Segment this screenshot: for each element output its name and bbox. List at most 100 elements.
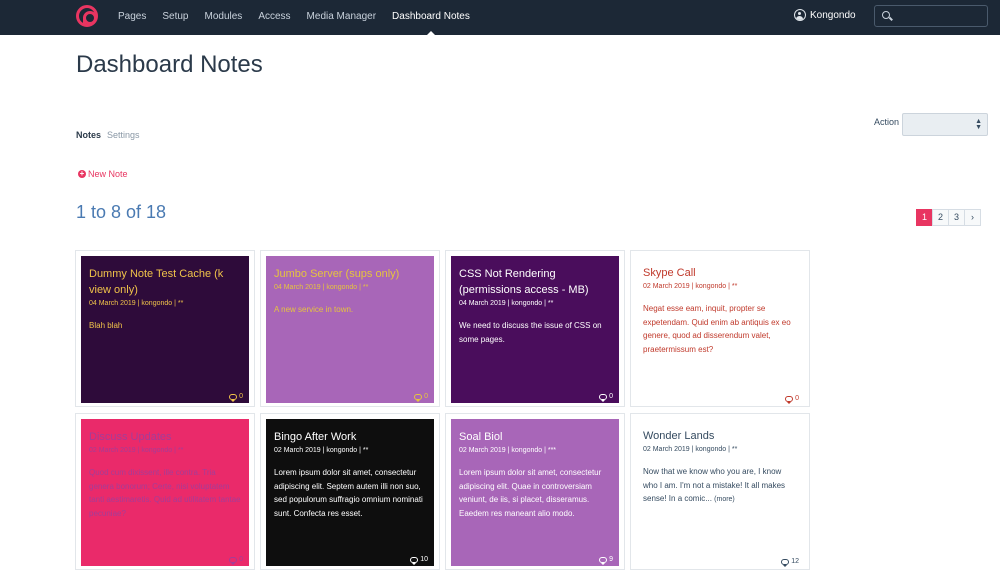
note-card: Soal Biol 02 March 2019 | kongondo | ***… [445, 413, 625, 570]
comments-icon [781, 558, 790, 567]
note-text: Lorem ipsum dolor sit amet, consectetur … [459, 466, 611, 521]
comments-number: 0 [239, 393, 243, 400]
comments-count[interactable]: 12 [781, 558, 799, 567]
comments-count[interactable]: 0 [229, 556, 243, 565]
notes-grid: Dummy Note Test Cache (k view only) 04 M… [75, 250, 811, 570]
note-meta: 04 March 2019 | kongondo | ** [89, 300, 184, 307]
note-card-body: Bingo After Work 02 March 2019 | kongond… [266, 419, 434, 566]
page-button-2[interactable]: 2 [932, 209, 949, 226]
comments-icon [410, 556, 419, 565]
action-label: Action [874, 117, 900, 127]
note-card-body: Soal Biol 02 March 2019 | kongondo | ***… [451, 419, 619, 566]
comments-icon [599, 556, 608, 565]
tab-settings[interactable]: Settings [107, 130, 140, 140]
comments-number: 9 [609, 556, 613, 563]
next-page-button[interactable]: › [964, 209, 981, 226]
note-meta: 04 March 2019 | kongondo | ** [459, 300, 554, 307]
note-title[interactable]: Soal Biol [459, 429, 611, 445]
tab-notes[interactable]: Notes [76, 130, 101, 140]
comments-number: 0 [239, 556, 243, 563]
note-title[interactable]: CSS Not Rendering (permissions access - … [459, 266, 611, 298]
note-meta: 04 March 2019 | kongondo | ** [274, 284, 369, 291]
new-note-label: New Note [88, 169, 128, 179]
note-text-content: A new service in town. [274, 305, 354, 314]
note-card-body: CSS Not Rendering (permissions access - … [451, 256, 619, 403]
user-name: Kongondo [810, 9, 856, 21]
results-count: 1 to 8 of 18 [76, 202, 167, 222]
action-select[interactable]: ▲ ▼ [902, 113, 988, 136]
nav-item-modules[interactable]: Modules [197, 0, 251, 35]
search-box [874, 5, 988, 27]
note-text: Lorem ipsum dolor sit amet, consectetur … [274, 466, 426, 521]
comments-count[interactable]: 0 [599, 393, 613, 402]
user-menu[interactable]: Kongondo [794, 9, 856, 21]
comments-count[interactable]: 0 [785, 395, 799, 404]
new-note-link[interactable]: + New Note [78, 169, 128, 179]
note-title[interactable]: Jumbo Server (sups only) [274, 266, 426, 282]
note-card-body: Wonder Lands 02 March 2019 | kongondo | … [631, 414, 809, 569]
comments-icon [229, 393, 238, 402]
note-text-content: Lorem ipsum dolor sit amet, consectetur … [459, 468, 602, 518]
page-button-1[interactable]: 1 [916, 209, 933, 226]
note-text-content: Negat esse eam, inquit, propter se expet… [643, 304, 791, 354]
nav-item-media-manager[interactable]: Media Manager [299, 0, 384, 35]
note-meta: 02 March 2019 | kongondo | ** [643, 446, 738, 453]
note-title[interactable]: Dummy Note Test Cache (k view only) [89, 266, 241, 298]
top-navbar: Pages Setup Modules Access Media Manager… [0, 0, 1000, 36]
note-text-content: Blah blah [89, 321, 123, 330]
note-text: We need to discuss the issue of CSS on s… [459, 319, 611, 347]
note-text-content: Lorem ipsum dolor sit amet, consectetur … [274, 468, 423, 518]
note-card: CSS Not Rendering (permissions access - … [445, 250, 625, 407]
comments-icon [785, 395, 794, 404]
note-card-body: Dummy Note Test Cache (k view only) 04 M… [81, 256, 249, 403]
note-text-content: Quod cum dixissent, ille contra. Tria ge… [89, 468, 241, 518]
more-link[interactable]: (more) [714, 496, 735, 503]
comments-count[interactable]: 0 [414, 393, 428, 402]
note-card: Bingo After Work 02 March 2019 | kongond… [260, 413, 440, 570]
note-card: Wonder Lands 02 March 2019 | kongondo | … [630, 413, 810, 570]
nav-item-pages[interactable]: Pages [110, 0, 154, 35]
page-button-3[interactable]: 3 [948, 209, 965, 226]
plus-circle-icon: + [78, 169, 86, 178]
comments-count[interactable]: 0 [229, 393, 243, 402]
comments-icon [599, 393, 608, 402]
subtabs: Notes Settings [76, 130, 146, 140]
note-text: Negat esse eam, inquit, propter se expet… [643, 302, 797, 357]
comments-number: 0 [795, 395, 799, 402]
search-input[interactable] [895, 6, 985, 26]
note-card: Dummy Note Test Cache (k view only) 04 M… [75, 250, 255, 407]
comments-number: 12 [791, 558, 799, 565]
comments-number: 0 [609, 393, 613, 400]
comments-icon [229, 556, 238, 565]
search-icon [882, 11, 890, 19]
comments-count[interactable]: 10 [410, 556, 428, 565]
note-text: Quod cum dixissent, ille contra. Tria ge… [89, 466, 241, 521]
note-text-content: We need to discuss the issue of CSS on s… [459, 321, 602, 344]
note-text: A new service in town. [274, 303, 426, 318]
note-card-body: Skype Call 02 March 2019 | kongondo | **… [631, 251, 809, 406]
comments-count[interactable]: 9 [599, 556, 613, 565]
nav-item-setup[interactable]: Setup [154, 0, 196, 35]
note-card: Discuss Updates 02 March 2019 | kongondo… [75, 413, 255, 570]
page-title: Dashboard Notes [76, 51, 263, 78]
select-arrows-icon: ▲ ▼ [975, 118, 982, 131]
note-meta: 02 March 2019 | kongondo | *** [459, 447, 557, 454]
note-card: Skype Call 02 March 2019 | kongondo | **… [630, 250, 810, 407]
note-text: Blah blah [89, 319, 241, 334]
note-title[interactable]: Discuss Updates [89, 429, 241, 445]
note-meta: 02 March 2019 | kongondo | ** [274, 447, 369, 454]
user-circle-icon [794, 9, 806, 21]
comments-number: 10 [420, 556, 428, 563]
pagination: 1 2 3 › [916, 209, 981, 226]
note-card-body: Jumbo Server (sups only) 04 March 2019 |… [266, 256, 434, 403]
nav-item-dashboard-notes[interactable]: Dashboard Notes [384, 0, 478, 36]
comments-number: 0 [424, 393, 428, 400]
processwire-logo-icon[interactable] [76, 5, 98, 27]
nav-item-access[interactable]: Access [250, 0, 298, 35]
note-title[interactable]: Wonder Lands [643, 428, 797, 444]
note-title[interactable]: Bingo After Work [274, 429, 426, 445]
note-card-body: Discuss Updates 02 March 2019 | kongondo… [81, 419, 249, 566]
note-title[interactable]: Skype Call [643, 265, 797, 281]
note-text: Now that we know who you are, I know who… [643, 465, 797, 507]
note-card: Jumbo Server (sups only) 04 March 2019 |… [260, 250, 440, 407]
